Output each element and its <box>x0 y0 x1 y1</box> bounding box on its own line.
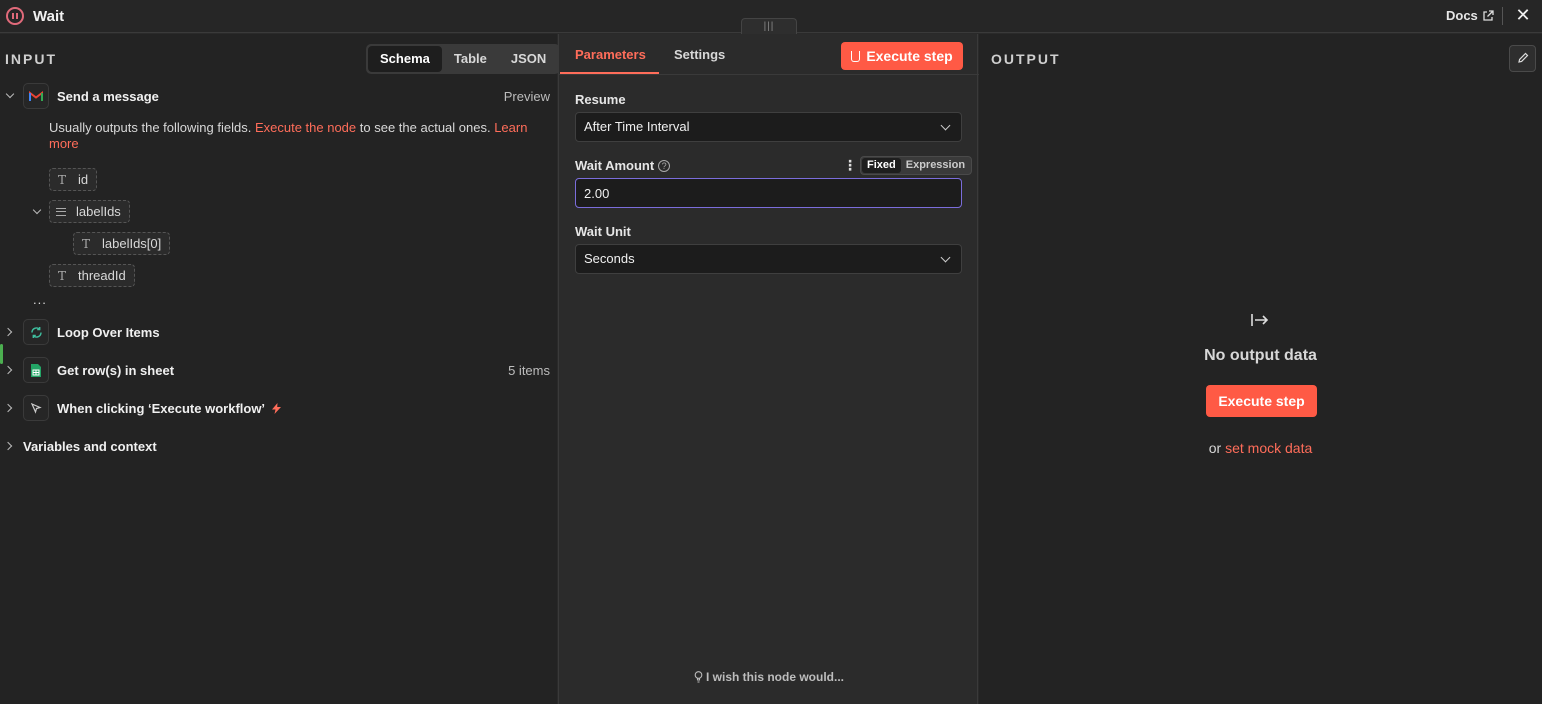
edit-output-button[interactable] <box>1509 45 1536 72</box>
chevron-down-icon[interactable] <box>31 206 43 218</box>
pencil-icon <box>1517 52 1528 63</box>
more-fields-ellipsis[interactable]: ... <box>33 292 47 307</box>
wait-amount-label-text: Wait Amount <box>575 158 655 173</box>
resume-select[interactable]: After Time Interval <box>575 112 962 142</box>
wait-unit-label: Wait Unit <box>575 224 631 239</box>
input-node-manual-trigger[interactable]: When clicking ‘Execute workflow’ <box>0 394 557 422</box>
lightbulb-icon <box>694 671 703 683</box>
string-type-icon: T <box>81 236 90 251</box>
execute-step-label: Execute step <box>866 48 953 64</box>
array-type-icon <box>56 207 66 216</box>
output-heading: OUTPUT <box>991 51 1061 67</box>
close-icon: ✕ <box>1515 5 1531 25</box>
loop-icon <box>23 319 49 345</box>
field-name: labelIds <box>76 204 121 219</box>
chevron-right-icon[interactable] <box>4 440 16 452</box>
item-count: 5 items <box>508 363 550 378</box>
set-mock-data-link[interactable]: set mock data <box>1225 440 1312 456</box>
wait-unit-value: Seconds <box>584 251 635 266</box>
help-icon[interactable]: ? <box>658 160 671 172</box>
resume-label: Resume <box>575 92 626 107</box>
gmail-icon <box>23 83 49 109</box>
schema-hint: Usually outputs the following fields. Ex… <box>49 120 539 152</box>
input-heading: INPUT <box>5 51 57 67</box>
google-sheets-icon <box>23 357 49 383</box>
output-arrow-icon <box>1251 314 1269 326</box>
preview-badge: Preview <box>503 89 550 104</box>
schema-field-labelids-0[interactable]: T labelIds[0] <box>73 232 171 255</box>
node-label: Loop Over Items <box>57 325 160 340</box>
tab-settings[interactable]: Settings <box>674 47 725 62</box>
chevron-down-icon <box>940 120 951 131</box>
variables-and-context[interactable]: Variables and context <box>0 432 557 460</box>
string-type-icon: T <box>57 268 66 283</box>
wait-amount-input[interactable] <box>575 178 962 208</box>
schema-field-labelids[interactable]: labelIds <box>49 200 130 223</box>
chevron-right-icon[interactable] <box>4 364 16 376</box>
mock-data-line: or set mock data <box>979 440 1542 456</box>
chevron-right-icon[interactable] <box>4 326 16 338</box>
field-name: threadId <box>78 268 126 283</box>
feedback-link[interactable]: I wish this node would... <box>559 670 979 684</box>
schema-field-threadid[interactable]: T threadId <box>49 264 135 287</box>
view-tab-schema[interactable]: Schema <box>368 46 442 72</box>
execute-step-button[interactable]: Execute step <box>841 42 963 70</box>
external-link-icon <box>1483 9 1494 21</box>
variables-label: Variables and context <box>23 439 157 454</box>
parameters-panel: Parameters Settings Execute step Resume … <box>558 34 979 704</box>
docs-link[interactable]: Docs <box>1446 8 1494 23</box>
flask-icon <box>851 50 861 62</box>
header-divider <box>1502 7 1503 25</box>
input-node-get-rows[interactable]: Get row(s) in sheet 5 items <box>0 356 557 384</box>
node-label: Send a message <box>57 89 159 104</box>
tab-parameters[interactable]: Parameters <box>575 47 646 62</box>
execute-node-link[interactable]: Execute the node <box>255 120 356 135</box>
hint-text: Usually outputs the following fields. <box>49 120 255 135</box>
node-label-text: When clicking ‘Execute workflow’ <box>57 401 265 416</box>
resume-value: After Time Interval <box>584 119 690 134</box>
output-execute-step-button[interactable]: Execute step <box>1206 385 1317 417</box>
value-mode-toggle: Fixed Expression <box>860 156 973 175</box>
hint-text-middle: to see the actual ones. <box>356 120 495 135</box>
output-panel: OUTPUT No output data Execute step or se… <box>979 34 1542 704</box>
wait-unit-select[interactable]: Seconds <box>575 244 962 274</box>
field-name: labelIds[0] <box>102 236 162 251</box>
chevron-right-icon[interactable] <box>4 402 16 414</box>
tabs-divider <box>559 74 979 75</box>
drag-handle-icon: ||| <box>763 21 775 32</box>
schema-field-id[interactable]: T id <box>49 168 98 191</box>
view-tab-json[interactable]: JSON <box>499 46 558 72</box>
chevron-down-icon[interactable] <box>4 90 16 102</box>
no-output-title: No output data <box>1204 347 1317 364</box>
view-tab-table[interactable]: Table <box>442 46 499 72</box>
feedback-text: I wish this node would... <box>706 670 844 684</box>
input-panel: INPUT Schema Table JSON Send a message P… <box>0 34 561 704</box>
mode-fixed[interactable]: Fixed <box>862 158 901 173</box>
or-text: or <box>1208 440 1226 456</box>
node-label: Get row(s) in sheet <box>57 363 175 378</box>
pause-icon <box>6 7 24 25</box>
node-label: When clicking ‘Execute workflow’ <box>57 401 281 416</box>
close-button[interactable]: ✕ <box>1514 5 1532 25</box>
input-node-send-message[interactable]: Send a message Preview <box>0 82 557 110</box>
field-name: id <box>78 172 89 187</box>
docs-label: Docs <box>1446 8 1478 23</box>
cursor-icon <box>23 395 49 421</box>
lightning-icon <box>271 403 281 414</box>
node-title: Wait <box>33 8 65 25</box>
more-options-icon[interactable]: ⋮ <box>843 157 857 173</box>
wait-amount-label: Wait Amount? <box>575 158 671 173</box>
input-view-toggle: Schema Table JSON <box>366 44 561 74</box>
input-node-loop-over-items[interactable]: Loop Over Items <box>0 318 557 346</box>
string-type-icon: T <box>57 172 66 187</box>
mode-expression[interactable]: Expression <box>901 158 970 173</box>
chevron-down-icon <box>940 252 951 263</box>
